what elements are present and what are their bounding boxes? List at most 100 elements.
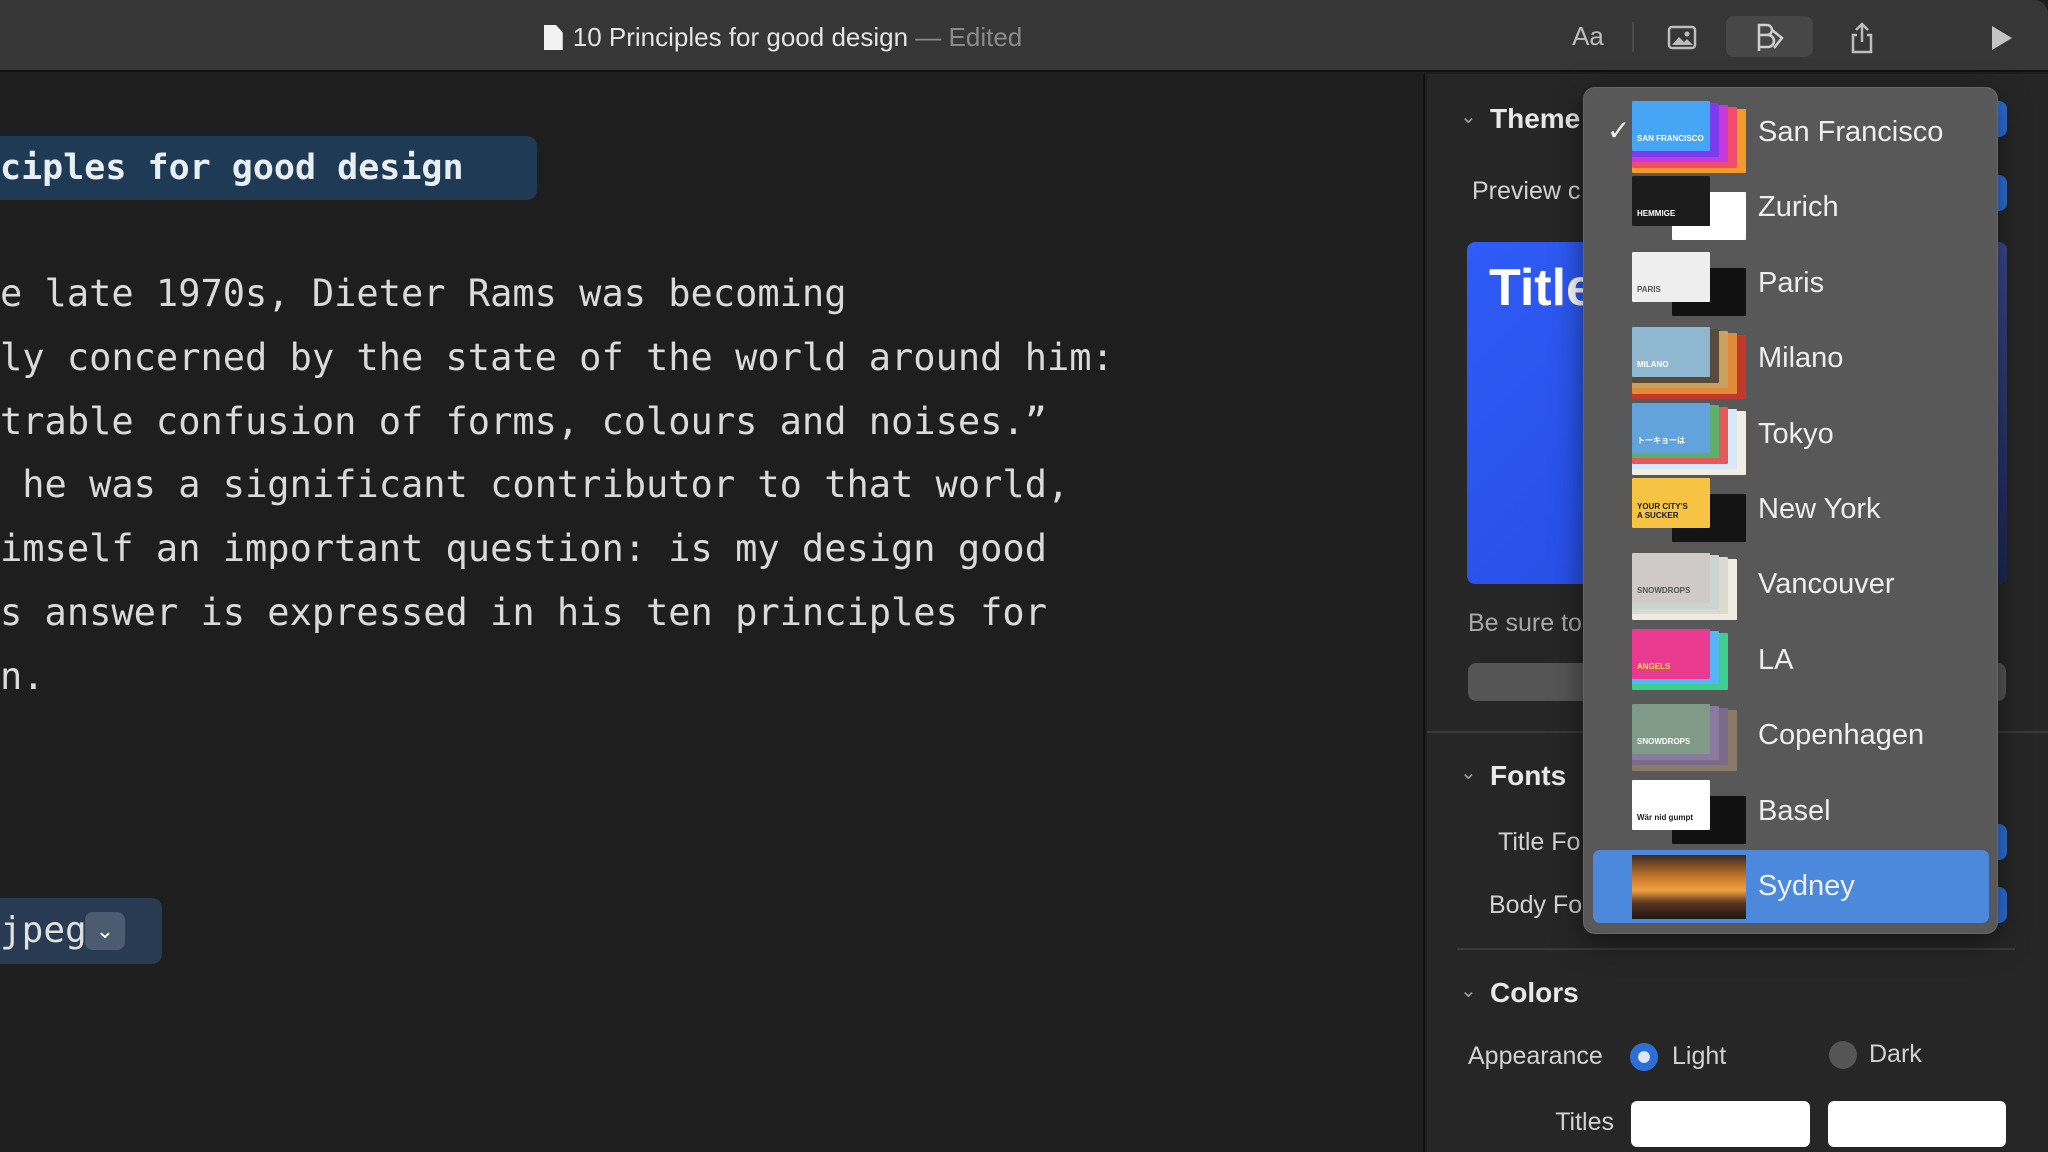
thumbnail-card: Wär nid gumpt xyxy=(1632,779,1710,830)
thumbnail-text: HEMMIGE xyxy=(1637,209,1676,219)
thumbnail-card: PARIS xyxy=(1632,251,1710,302)
theme-option-new-york[interactable]: YOUR CITY'S A SUCKER New York xyxy=(1593,473,1989,546)
window-title: 10 Principles for good design — Edited xyxy=(0,22,1566,53)
thumbnail-card: ANGELS xyxy=(1632,628,1710,679)
chevron-down-icon[interactable]: ⌄ xyxy=(1460,760,1477,785)
body-line[interactable]: s answer is expressed in his ten princip… xyxy=(0,581,1047,645)
thumbnail-text: SNOWDROPS xyxy=(1637,737,1691,747)
theme-thumbnail: SAN FRANCISCO xyxy=(1632,101,1746,173)
theme-option-label: Copenhagen xyxy=(1758,719,1925,752)
thumbnail-card: HEMMIGE xyxy=(1632,176,1710,227)
thumbnail-text: MILANO xyxy=(1637,360,1669,370)
theme-option-paris[interactable]: PARIS Paris xyxy=(1593,247,1989,320)
body-font-label: Body Fo xyxy=(1489,891,1583,919)
body-line[interactable]: he was a significant contributor to that… xyxy=(0,453,1069,517)
preview-title: Title xyxy=(1489,259,1595,317)
text-format-button[interactable]: Aa xyxy=(1566,14,1610,58)
thumbnail-card: SAN FRANCISCO xyxy=(1632,101,1710,151)
media-button[interactable] xyxy=(1660,14,1704,58)
theme-thumbnail xyxy=(1632,855,1746,919)
thumbnail-card: トーキョーは xyxy=(1632,402,1710,453)
theme-option-label: Milano xyxy=(1758,342,1844,375)
attachment-type: jpeg xyxy=(0,910,87,951)
text-format-icon: Aa xyxy=(1572,21,1604,51)
image-attachment[interactable]: jpeg ⌄ xyxy=(0,898,162,964)
theme-option-milano[interactable]: MILANO Milano xyxy=(1593,322,1989,400)
theme-option-san-francisco[interactable]: ✓ SAN FRANCISCO San Francisco xyxy=(1593,96,1989,173)
chevron-down-icon[interactable]: ⌄ xyxy=(1460,104,1477,129)
theme-menu: ✓ SAN FRANCISCO San Francisco HEMMIGE Zurich… xyxy=(1583,87,1998,934)
radio-dark[interactable] xyxy=(1829,1041,1857,1069)
theme-option-label: Sydney xyxy=(1758,870,1855,902)
format-button[interactable] xyxy=(1726,16,1813,57)
radio-light[interactable] xyxy=(1630,1043,1658,1071)
theme-option-label: Tokyo xyxy=(1758,417,1834,450)
chevron-down-icon[interactable]: ⌄ xyxy=(85,912,125,950)
thumbnail-text: YOUR CITY'S A SUCKER xyxy=(1637,502,1688,520)
theme-thumbnail: HEMMIGE xyxy=(1632,176,1746,241)
theme-option-label: San Francisco xyxy=(1758,116,1944,148)
theme-option-tokyo[interactable]: トーキョーは Tokyo xyxy=(1593,398,1989,475)
titles-light-color-well[interactable] xyxy=(1631,1101,1810,1147)
thumbnail-card: SNOWDROPS xyxy=(1632,553,1710,604)
document-title: 10 Principles for good design xyxy=(572,22,909,52)
titles-dark-color-well[interactable] xyxy=(1828,1101,2006,1147)
thumbnail-card: SNOWDROPS xyxy=(1632,704,1710,755)
theme-option-la[interactable]: ANGELS LA xyxy=(1593,624,1989,697)
theme-thumbnail: MILANO xyxy=(1632,327,1746,400)
body-line[interactable]: ly concerned by the state of the world a… xyxy=(0,326,1114,390)
chevron-down-icon[interactable]: ⌄ xyxy=(1460,978,1477,1003)
theme-thumbnail: YOUR CITY'S A SUCKER xyxy=(1632,478,1746,542)
thumbnail-text: SAN FRANCISCO xyxy=(1637,134,1704,143)
fonts-header[interactable]: Fonts xyxy=(1490,760,1566,792)
title-separator: — xyxy=(915,22,942,52)
thumbnail-card: MILANO xyxy=(1632,327,1710,378)
body-line[interactable]: trable confusion of forms, colours and n… xyxy=(0,390,1047,454)
media-icon xyxy=(1667,25,1697,50)
title-font-label: Title Fo xyxy=(1498,828,1581,856)
theme-note: Be sure to xyxy=(1468,609,1582,637)
light-label[interactable]: Light xyxy=(1672,1042,1726,1071)
theme-option-sydney[interactable]: Sydney xyxy=(1593,850,1989,923)
document-icon xyxy=(543,25,563,50)
share-icon xyxy=(1851,22,1873,54)
titles-label: Titles xyxy=(1555,1108,1614,1136)
preview-label: Preview c xyxy=(1472,177,1581,205)
body-line[interactable]: n. xyxy=(0,645,45,709)
theme-thumbnail: トーキョーは xyxy=(1632,402,1746,475)
thumbnail-text: ANGELS xyxy=(1637,661,1671,671)
thumbnail-text: SNOWDROPS xyxy=(1637,586,1691,596)
share-button[interactable] xyxy=(1840,14,1884,58)
theme-thumbnail: ANGELS xyxy=(1632,628,1746,693)
appearance-label: Appearance xyxy=(1468,1042,1603,1070)
theme-option-copenhagen[interactable]: SNOWDROPS Copenhagen xyxy=(1593,699,1989,772)
theme-option-basel[interactable]: Wär nid gumpt Basel xyxy=(1593,775,1989,848)
heading-block[interactable]: ciples for good design xyxy=(0,136,537,200)
theme-thumbnail: Wär nid gumpt xyxy=(1632,779,1746,844)
theme-option-label: Paris xyxy=(1758,266,1825,299)
theme-option-zurich[interactable]: HEMMIGE Zurich xyxy=(1593,171,1989,244)
theme-option-vancouver[interactable]: SNOWDROPS Vancouver xyxy=(1593,548,1989,621)
colors-header[interactable]: Colors xyxy=(1490,977,1579,1009)
dark-label[interactable]: Dark xyxy=(1869,1040,1922,1069)
theme-header[interactable]: Theme xyxy=(1490,103,1580,135)
divider xyxy=(1457,948,2015,950)
thumbnail-card: YOUR CITY'S A SUCKER xyxy=(1632,478,1710,528)
theme-option-label: Vancouver xyxy=(1758,568,1895,601)
body-line[interactable]: e late 1970s, Dieter Rams was becoming xyxy=(0,262,846,326)
theme-option-label: New York xyxy=(1758,493,1881,525)
thumbnail-text: Wär nid gumpt xyxy=(1637,812,1693,822)
body-line[interactable]: imself an important question: is my desi… xyxy=(0,517,1047,581)
theme-thumbnail: PARIS xyxy=(1632,251,1746,316)
edited-status: Edited xyxy=(948,22,1023,52)
play-button[interactable] xyxy=(1982,14,2022,58)
theme-thumbnail: SNOWDROPS xyxy=(1632,553,1746,620)
theme-thumbnail: SNOWDROPS xyxy=(1632,704,1746,771)
theme-option-label: LA xyxy=(1758,643,1794,676)
checkmark-icon: ✓ xyxy=(1607,115,1631,146)
play-icon xyxy=(1992,26,2012,51)
toolbar-divider xyxy=(1632,22,1634,52)
thumbnail-text: PARIS xyxy=(1637,284,1661,294)
theme-option-label: Basel xyxy=(1758,794,1831,827)
theme-option-label: Zurich xyxy=(1758,191,1839,224)
